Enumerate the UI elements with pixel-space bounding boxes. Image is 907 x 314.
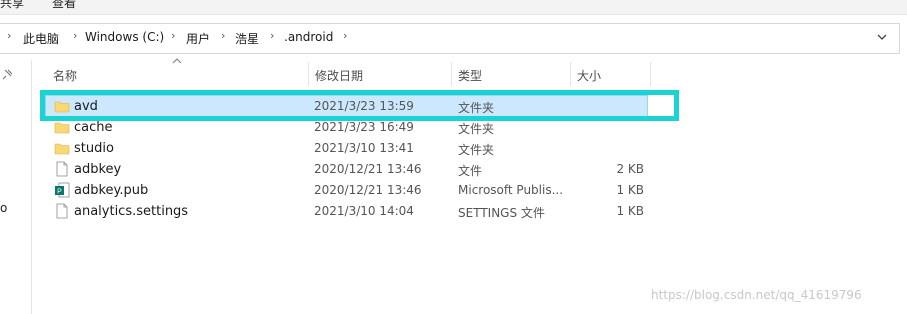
file-type: 文件夹 <box>458 122 495 136</box>
breadcrumb-android[interactable]: .android <box>284 30 333 44</box>
file-icon <box>56 203 68 219</box>
file-date: 2021/3/10 13:41 <box>314 141 414 155</box>
file-date: 2021/3/10 14:04 <box>314 204 414 218</box>
file-row-studio[interactable]: studio 2021/3/10 13:41 文件夹 <box>46 138 647 159</box>
file-icon <box>56 161 68 177</box>
chevron-right-icon[interactable]: › <box>171 29 175 42</box>
file-date: 2021/3/23 16:49 <box>314 120 414 134</box>
file-row-adbkey-pub[interactable]: P adbkey.pub 2020/12/21 13:46 Microsoft … <box>46 180 647 201</box>
file-name: adbkey.pub <box>74 183 149 198</box>
folder-icon <box>54 143 70 155</box>
tab-share[interactable]: 共享 <box>0 0 24 11</box>
file-type: SETTINGS 文件 <box>458 206 545 220</box>
column-header-type[interactable]: 类型 <box>451 62 570 86</box>
file-date: 2020/12/21 13:46 <box>314 183 422 197</box>
folder-icon <box>54 122 70 134</box>
pin-icon[interactable] <box>2 68 14 80</box>
chevron-right-icon[interactable]: › <box>343 29 347 42</box>
column-divider[interactable] <box>650 62 651 86</box>
file-row-adbkey[interactable]: adbkey 2020/12/21 13:46 文件 2 KB <box>46 159 647 180</box>
column-header-name[interactable]: 名称 <box>46 62 308 86</box>
address-bar[interactable]: › 此电脑 › Windows (C:) › 用户 › 浩星 › .androi… <box>0 23 900 54</box>
breadcrumb-drive-c[interactable]: Windows (C:) <box>85 30 164 44</box>
breadcrumb-user-folder[interactable]: 浩星 <box>235 30 259 47</box>
ribbon-divider <box>0 14 907 15</box>
chevron-right-icon[interactable]: › <box>221 29 225 42</box>
svg-text:P: P <box>57 189 62 196</box>
navigation-pane[interactable]: o <box>0 60 32 314</box>
breadcrumb-users[interactable]: 用户 <box>186 30 210 47</box>
highlight-annotation-box <box>40 90 679 121</box>
file-name: cache <box>74 120 113 135</box>
file-date: 2020/12/21 13:46 <box>314 162 422 176</box>
file-size: 1 KB <box>616 183 644 197</box>
chevron-right-icon[interactable]: › <box>270 29 274 42</box>
file-type: 文件 <box>458 164 483 178</box>
publisher-file-icon: P <box>55 182 70 198</box>
file-type: 文件夹 <box>458 143 495 157</box>
file-size: 2 KB <box>616 162 644 176</box>
breadcrumb-this-pc[interactable]: 此电脑 <box>23 30 59 47</box>
chevron-down-icon[interactable] <box>875 30 889 44</box>
chevron-right-icon[interactable]: › <box>73 29 77 42</box>
watermark-text: https://blog.csdn.net/qq_41619796 <box>651 288 862 302</box>
file-name: studio <box>74 141 114 156</box>
column-header-size[interactable]: 大小 <box>570 62 650 86</box>
file-type: Microsoft Publis... <box>458 183 564 197</box>
chevron-right-icon[interactable]: › <box>7 29 11 42</box>
column-header-date[interactable]: 修改日期 <box>308 62 451 86</box>
ribbon-tabs: 共享 查看 <box>0 0 907 14</box>
tab-view[interactable]: 查看 <box>52 0 76 11</box>
file-size: 1 KB <box>616 204 644 218</box>
nav-item-partial[interactable]: o <box>0 201 7 215</box>
file-row-analytics-settings[interactable]: analytics.settings 2021/3/10 14:04 SETTI… <box>46 201 647 222</box>
file-name: analytics.settings <box>74 204 189 219</box>
file-name: adbkey <box>74 162 122 177</box>
